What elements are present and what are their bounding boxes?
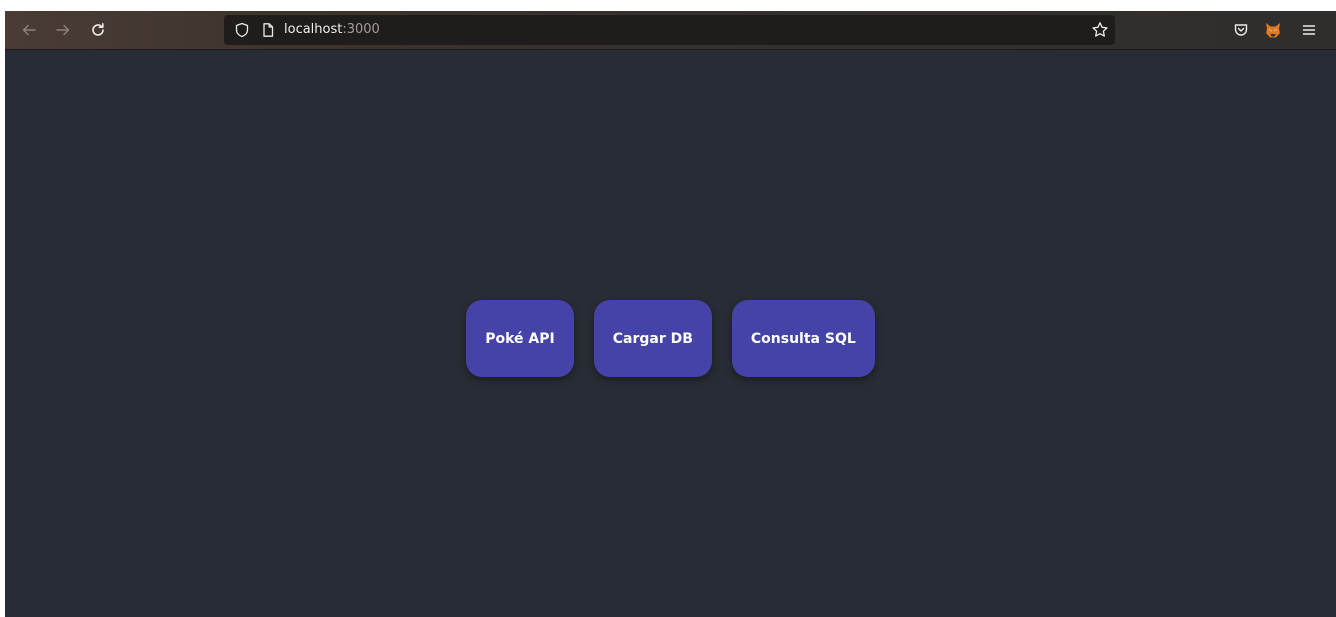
pocket-icon <box>1234 24 1248 36</box>
arrow-left-icon <box>22 24 36 36</box>
page-icon[interactable] <box>260 22 276 38</box>
forward-button[interactable] <box>53 20 73 40</box>
reload-button[interactable] <box>88 20 108 40</box>
cargar-db-button[interactable]: Cargar DB <box>593 300 712 377</box>
poke-api-button[interactable]: Poké API <box>466 300 574 377</box>
star-icon[interactable] <box>1091 21 1109 39</box>
browser-toolbar: localhost:3000 <box>5 11 1336 50</box>
hamburger-menu-icon <box>1302 25 1316 35</box>
url-port: :3000 <box>342 22 380 37</box>
fox-extension-icon <box>1266 23 1280 38</box>
shield-icon[interactable] <box>234 22 250 38</box>
address-bar[interactable]: localhost:3000 <box>224 15 1115 45</box>
button-group: Poké API Cargar DB Consulta SQL <box>5 300 1336 377</box>
url-text[interactable]: localhost:3000 <box>284 21 380 39</box>
page-content: Poké API Cargar DB Consulta SQL <box>5 50 1336 617</box>
extension-button[interactable] <box>1263 20 1283 40</box>
url-host: localhost <box>284 22 343 37</box>
back-button[interactable] <box>19 20 39 40</box>
reload-icon <box>92 23 104 36</box>
pocket-button[interactable] <box>1231 20 1251 40</box>
consulta-sql-button[interactable]: Consulta SQL <box>731 300 875 377</box>
menu-button[interactable] <box>1299 20 1319 40</box>
browser-window: localhost:3000 Poké API Cargar DB Consul… <box>5 11 1336 617</box>
arrow-right-icon <box>56 24 70 36</box>
